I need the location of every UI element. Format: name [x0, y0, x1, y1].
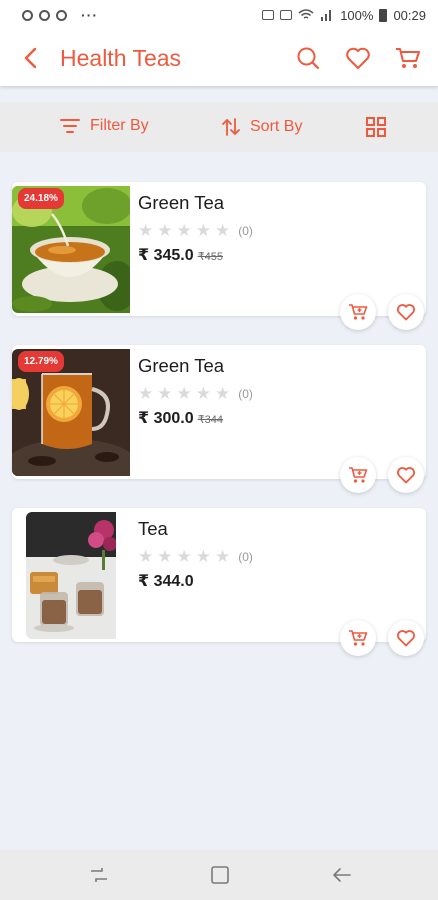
add-to-cart-button[interactable] — [340, 620, 376, 656]
status-icons-right: 100% 00:29 — [262, 8, 426, 23]
product-name[interactable]: Green Tea — [138, 355, 253, 377]
star-icon: ★ — [157, 221, 173, 240]
star-icon: ★ — [176, 384, 192, 403]
recents-icon — [91, 868, 107, 882]
star-icon: ★ — [138, 384, 154, 403]
filter-icon — [60, 119, 80, 133]
alarm-icon — [262, 10, 275, 20]
price-row: ₹ 344.0 — [138, 571, 253, 591]
sort-label: Sort By — [250, 118, 303, 135]
cart-button[interactable] — [392, 42, 424, 74]
wifi-icon — [298, 9, 314, 19]
home-button[interactable] — [207, 863, 233, 887]
signal-icon — [321, 10, 332, 21]
notification-icon — [39, 9, 50, 21]
add-to-cart-button[interactable] — [340, 457, 376, 493]
rating: ★ ★ ★ ★ ★ (0) — [138, 222, 253, 239]
star-icon: ★ — [215, 384, 231, 403]
price: ₹ 300.0 — [138, 410, 194, 427]
back-arrow-icon — [333, 868, 351, 882]
star-icon: ★ — [195, 547, 211, 566]
add-to-cart-button[interactable] — [340, 294, 376, 330]
star-icon: ★ — [195, 221, 211, 240]
rating-count: (0) — [238, 549, 253, 564]
cart-add-icon — [349, 630, 368, 646]
star-icon: ★ — [195, 384, 211, 403]
layout-toggle-button[interactable] — [366, 117, 386, 142]
star-icon: ★ — [157, 547, 173, 566]
page-title: Health Teas — [60, 44, 182, 71]
grid-icon — [366, 117, 386, 137]
cart-add-icon — [349, 304, 368, 320]
heart-icon — [397, 304, 415, 321]
cart-add-icon — [349, 467, 368, 483]
product-image[interactable] — [26, 512, 116, 639]
app-header: Health Teas — [0, 30, 438, 86]
cart-icon — [396, 48, 420, 68]
price: ₹ 344.0 — [138, 573, 194, 590]
discount-badge: 24.18% — [18, 188, 64, 209]
product-info: Green Tea ★ ★ ★ ★ ★ (0) ₹ 345.0 ₹455 — [138, 192, 253, 265]
more-notifications-icon: ··· — [81, 7, 98, 23]
product-name[interactable]: Green Tea — [138, 192, 253, 214]
system-back-button[interactable] — [329, 863, 355, 887]
volte-icon — [280, 10, 293, 20]
notification-icon — [56, 9, 67, 21]
original-price: ₹455 — [197, 251, 223, 263]
product-name[interactable]: Tea — [138, 518, 253, 540]
original-price: ₹344 — [197, 414, 223, 426]
star-icon: ★ — [138, 547, 154, 566]
price: ₹ 345.0 — [138, 247, 194, 264]
product-info: Green Tea ★ ★ ★ ★ ★ (0) ₹ 300.0 ₹344 — [138, 355, 253, 428]
status-bar: ··· 100% 00:29 — [0, 0, 438, 30]
star-icon: ★ — [176, 221, 192, 240]
back-button[interactable] — [0, 30, 60, 86]
search-button[interactable] — [292, 42, 324, 74]
battery-percent: 100% — [340, 7, 374, 23]
search-icon — [297, 47, 320, 70]
heart-icon — [346, 47, 370, 69]
discount-badge: 12.79% — [18, 351, 64, 372]
recents-button[interactable] — [86, 863, 112, 887]
notification-icon — [22, 9, 33, 21]
add-to-wishlist-button[interactable] — [388, 294, 424, 330]
sort-icon — [222, 118, 240, 136]
product-card[interactable]: 24.18% Green Tea ★ ★ ★ ★ ★ (0) ₹ 345.0 ₹… — [12, 182, 426, 330]
add-to-wishlist-button[interactable] — [388, 457, 424, 493]
product-card[interactable]: Tea ★ ★ ★ ★ ★ (0) ₹ 344.0 — [12, 508, 426, 656]
price-row: ₹ 345.0 ₹455 — [138, 245, 253, 265]
rating: ★ ★ ★ ★ ★ (0) — [138, 548, 253, 565]
filter-button[interactable]: Filter By — [60, 117, 149, 135]
star-icon: ★ — [176, 547, 192, 566]
rating: ★ ★ ★ ★ ★ (0) — [138, 385, 253, 402]
star-icon: ★ — [138, 221, 154, 240]
price-row: ₹ 300.0 ₹344 — [138, 408, 253, 428]
clock: 00:29 — [393, 7, 426, 23]
milk-tea-cups-image — [26, 512, 116, 639]
product-card[interactable]: 12.79% Green Tea ★ ★ ★ ★ ★ (0) ₹ 300.0 ₹… — [12, 345, 426, 493]
heart-icon — [397, 467, 415, 484]
status-icons-left: ··· — [22, 7, 98, 23]
home-icon — [211, 866, 229, 884]
sort-button[interactable]: Sort By — [222, 117, 302, 137]
rating-count: (0) — [238, 386, 253, 401]
chevron-left-icon — [24, 47, 37, 69]
add-to-wishlist-button[interactable] — [388, 620, 424, 656]
star-icon: ★ — [157, 384, 173, 403]
header-actions — [292, 42, 438, 74]
filter-bar: Filter By Sort By — [0, 102, 438, 152]
star-icon: ★ — [215, 547, 231, 566]
system-nav-bar — [0, 850, 438, 900]
filter-label: Filter By — [90, 117, 149, 134]
battery-icon — [379, 8, 388, 22]
heart-icon — [397, 630, 415, 647]
product-info: Tea ★ ★ ★ ★ ★ (0) ₹ 344.0 — [138, 518, 253, 591]
wishlist-button[interactable] — [342, 42, 374, 74]
star-icon: ★ — [215, 221, 231, 240]
rating-count: (0) — [238, 223, 253, 238]
